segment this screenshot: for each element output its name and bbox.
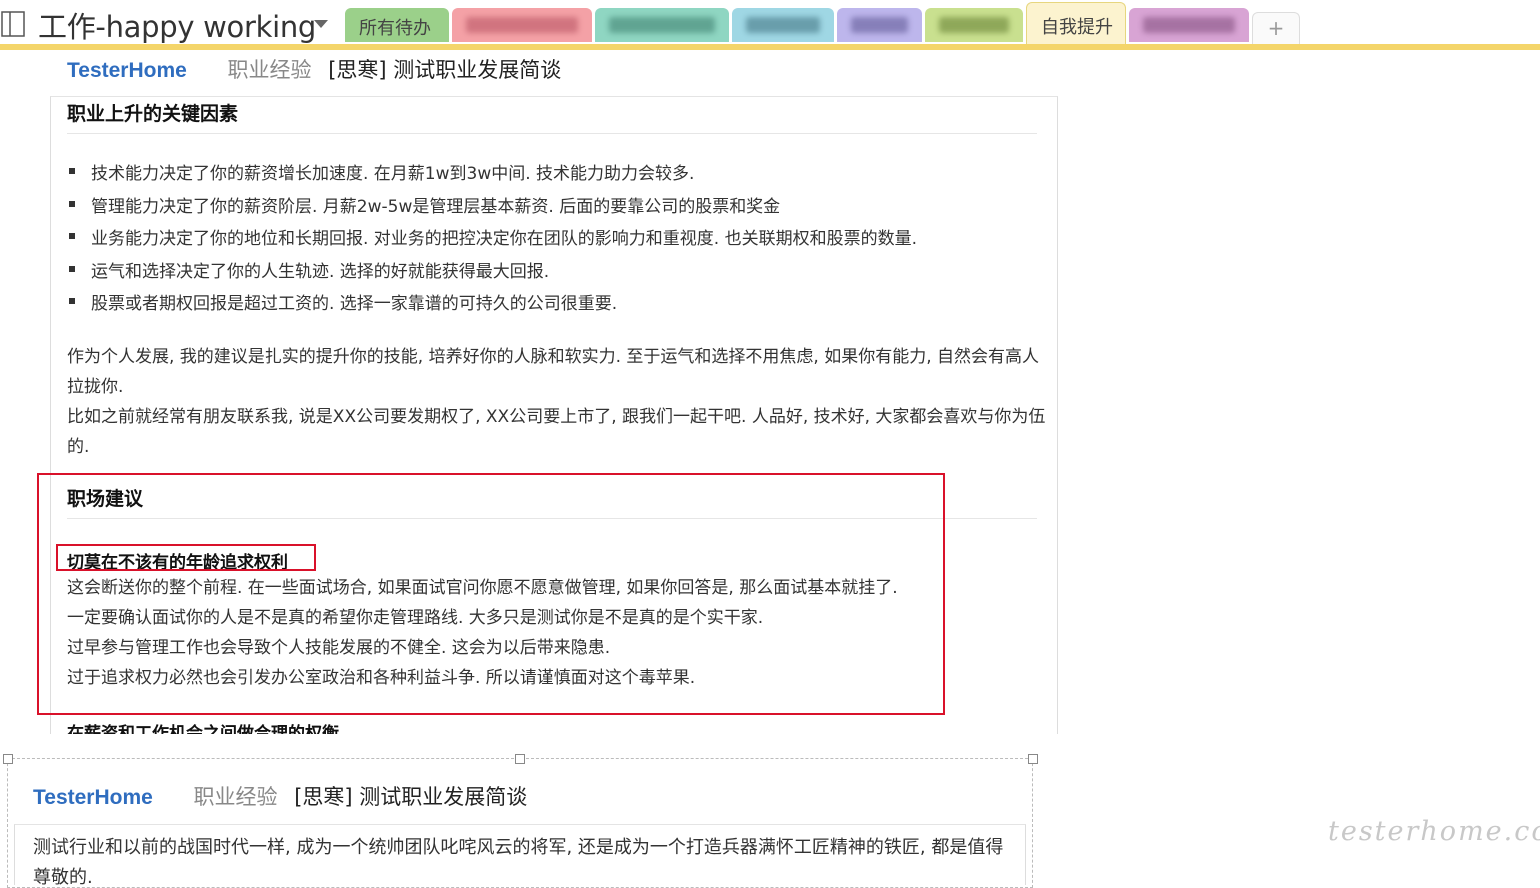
tab-label-blurred (746, 17, 820, 33)
tab-label-blurred (466, 17, 578, 33)
list-item: 股票或者期权回报是超过工资的. 选择一家靠谱的可持久的公司很重要. (69, 289, 917, 322)
site-link[interactable]: TesterHome (33, 786, 153, 809)
paragraph-text: 比如之前就经常有朋友联系我, 说是XX公司要发期权了, XX公司要上市了, 跟我… (67, 407, 1046, 457)
highlight-box (37, 473, 945, 715)
resize-handle[interactable] (1028, 754, 1038, 764)
notebook-icon[interactable] (0, 8, 30, 38)
paragraph-text: 测试行业和以前的战国时代一样, 成为一个统帅团队叱咤风云的将军, 还是成为一个打… (33, 837, 1004, 885)
highlight-box (56, 544, 316, 571)
list-item: 管理能力决定了你的薪资阶层. 月薪2w-5w是管理层基本薪资. 后面的要靠公司的… (69, 192, 917, 225)
list-item: 技术能力决定了你的薪资增长加速度. 在月薪1w到3w中间. 技术能力助力会较多. (69, 159, 917, 192)
site-link[interactable]: TesterHome (67, 59, 187, 82)
section-color-bar (0, 44, 1540, 50)
add-section-button[interactable]: + (1252, 12, 1300, 44)
tab-section[interactable] (732, 8, 834, 42)
note-breadcrumb: TesterHome 职业经验 [思寒] 测试职业发展简谈 (67, 54, 561, 84)
section-heading: 职业上升的关键因素 (67, 103, 239, 125)
section-heading: 在薪资和工作机会之间做合理的权衡 (67, 724, 339, 734)
article-title: [思寒] 测试职业发展简谈 (294, 785, 528, 809)
tab-label-blurred (609, 17, 715, 33)
tab-label-blurred (851, 17, 908, 33)
tab-label: 所有待办 (359, 18, 431, 39)
notebook-title[interactable]: 工作-happy working (38, 4, 316, 46)
watermark: testerhome.com (1328, 816, 1540, 847)
key-factors-list: 技术能力决定了你的薪资增长加速度. 在月薪1w到3w中间. 技术能力助力会较多.… (69, 159, 917, 322)
tab-section[interactable] (925, 8, 1023, 42)
tab-section[interactable] (452, 8, 592, 42)
paragraph: 作为个人发展, 我的建议是扎实的提升你的技能, 培养好你的人脉和软实力. 至于运… (67, 342, 1047, 462)
tab-section[interactable] (595, 8, 729, 42)
article-title: [思寒] 测试职业发展简谈 (328, 58, 562, 82)
tab-all-todos[interactable]: 所有待办 (345, 8, 449, 42)
divider (67, 133, 1037, 134)
tab-label-blurred (1143, 17, 1235, 33)
tab-label-blurred (939, 17, 1009, 33)
clip-breadcrumb: TesterHome 职业经验 [思寒] 测试职业发展简谈 (33, 781, 527, 811)
notebook-tab-bar: 工作-happy working 所有待办 自我提升 + (0, 0, 1540, 50)
resize-handle[interactable] (515, 754, 525, 764)
clip-content: 测试行业和以前的战国时代一样, 成为一个统帅团队叱咤风云的将军, 还是成为一个打… (14, 824, 1026, 885)
tab-section[interactable] (1129, 8, 1249, 42)
chevron-down-icon[interactable] (314, 20, 328, 28)
category-link[interactable]: 职业经验 (228, 58, 312, 82)
tab-section[interactable] (837, 8, 922, 42)
resize-handle[interactable] (3, 754, 13, 764)
list-item: 业务能力决定了你的地位和长期回报. 对业务的把控决定你在团队的影响力和重视度. … (69, 224, 917, 257)
category-link[interactable]: 职业经验 (194, 785, 278, 809)
paragraph-text: 作为个人发展, 我的建议是扎实的提升你的技能, 培养好你的人脉和软实力. 至于运… (67, 347, 1040, 397)
tab-self-improvement[interactable]: 自我提升 (1026, 2, 1126, 44)
tab-label: 自我提升 (1041, 17, 1113, 38)
list-item: 运气和选择决定了你的人生轨迹. 选择的好就能获得最大回报. (69, 257, 917, 290)
